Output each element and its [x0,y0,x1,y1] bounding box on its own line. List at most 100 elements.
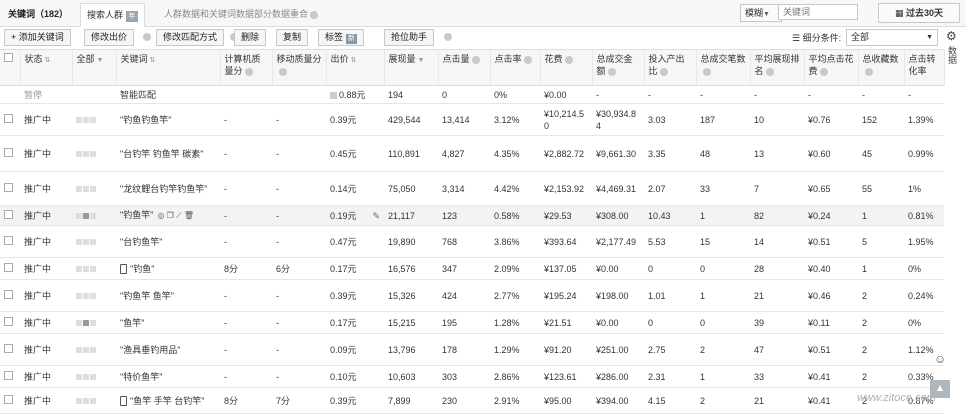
pencil-icon[interactable]: ✎ [372,210,380,222]
keyword-cell[interactable]: "钓鱼竿" ◎ ❐ ⟋ 🗑 [116,205,220,226]
status-cell[interactable]: 推广中 [20,333,72,366]
bid-cell[interactable]: 0.39元 [326,279,384,312]
customer-service-icon[interactable]: ☺ [934,352,946,366]
bid-cell[interactable]: 0.39元 [326,103,384,136]
delete-button[interactable]: 删除 [234,29,267,46]
row-checkbox[interactable] [4,262,13,272]
date-range-button[interactable]: ▦ 过去30天 [878,3,960,23]
column-header[interactable]: 展现量 ▼ [384,49,439,86]
status-cell[interactable]: 推广中 [20,311,72,334]
trash-icon[interactable]: 🗑 [184,211,194,220]
row-checkbox[interactable] [4,289,13,299]
copy-button[interactable]: 复制 [276,29,309,46]
bid-cell[interactable]: 0.47元 [326,225,384,258]
row-quality-bars [72,135,116,172]
column-header[interactable]: 花费 [540,49,593,86]
pc-score-cell: - [220,205,272,226]
status-cell[interactable]: 推广中 [20,103,72,136]
help-icon[interactable] [310,10,319,19]
row-checkbox[interactable] [4,182,13,192]
keyword-cell[interactable]: "钓鱼" [116,257,220,280]
column-header[interactable]: 关键词 ⇅ [116,49,221,86]
tag-button[interactable]: 标签新 [318,29,365,46]
column-header[interactable]: 点击率 [490,49,541,86]
help-icon [471,55,480,64]
status-cell[interactable]: 推广中 [20,135,72,172]
keyword-cell[interactable]: "鱼竿 手竿 台钓竿" [116,387,220,414]
column-header[interactable]: 平均展现排名 [750,49,805,86]
column-header[interactable]: 总成交笔数 [696,49,751,86]
bid-cell[interactable]: 0.17元 [326,311,384,334]
column-header[interactable]: 状态 ⇅ [20,49,73,86]
keyword-cell[interactable]: 智能匹配 [116,85,220,104]
column-header[interactable]: 投入产出比 [644,49,697,86]
row-checkbox[interactable] [4,147,13,157]
keyword-cell[interactable]: "钓鱼竿 鱼竿" [116,279,220,312]
status-cell[interactable]: 推广中 [20,279,72,312]
help-icon [278,67,287,76]
bid-cell[interactable]: 0.39元 [326,387,384,414]
select-all-checkbox[interactable] [4,53,13,62]
status-cell[interactable]: 推广中 [20,205,72,226]
keyword-cell[interactable]: "台钓竿 钓鱼竿 碳素" [116,135,220,172]
row-checkbox[interactable] [4,370,13,380]
tab-search-crowd[interactable]: 搜索人群年 [80,3,146,27]
side-data-tab[interactable]: 数据 [946,46,959,64]
status-cell[interactable]: 推广中 [20,365,72,388]
add-keyword-button[interactable]: + 添加关键词 [4,29,71,46]
keyword-table: 状态 ⇅ 全部 ▼ 关键词 ⇅ 计算机质量分 移动质量分 出价 ⇅ 展现量 ▼ … [0,49,945,414]
edit-match-button[interactable]: 修改匹配方式 [156,29,225,46]
keyword-cell[interactable]: "特价鱼竿" [116,365,220,388]
keyword-search-input[interactable] [778,4,858,20]
clicks-cell: 3,314 [438,171,490,206]
column-header[interactable]: 点击量 [438,49,491,86]
column-header[interactable]: 出价 ⇅ [326,49,385,86]
keyword-cell[interactable]: "台钓鱼竿" [116,225,220,258]
column-header[interactable]: 总成交金额 [592,49,645,86]
bid-cell[interactable]: 0.09元 [326,333,384,366]
search-mode-select[interactable]: 模糊▼ [740,4,782,22]
help-icon[interactable] [444,33,452,41]
help-icon[interactable] [143,33,151,41]
rank-helper-button[interactable]: 抢位助手 [384,29,435,46]
status-cell[interactable]: 推广中 [20,225,72,258]
edit-price-button[interactable]: 修改出价 [84,29,135,46]
column-header[interactable]: 总收藏数 [858,49,905,86]
bid-cell[interactable]: 0.10元 [326,365,384,388]
filter-select[interactable]: 全部 ▼ [846,29,938,46]
row-checkbox[interactable] [4,394,13,404]
column-header[interactable]: 全部 ▼ [72,49,117,86]
keyword-cell[interactable]: "龙纹鲤台钓竿钓鱼竿" [116,171,220,206]
keyword-cell[interactable]: "钓鱼钓鱼竿" [116,103,220,136]
status-cell[interactable]: 暂停 [20,85,72,104]
bid-cell[interactable]: 0.17元 [326,257,384,280]
row-checkbox[interactable] [4,113,13,123]
trend-chart-icon[interactable]: ⟋ [176,211,182,220]
status-cell[interactable]: 推广中 [20,257,72,280]
keyword-cell[interactable]: "渔具垂钓用品" [116,333,220,366]
status-cell[interactable]: 推广中 [20,387,72,414]
row-checkbox[interactable] [4,235,13,245]
row-quality-bars [72,171,116,206]
column-header[interactable]: 移动质量分 [272,49,327,86]
keyword-cell[interactable]: "鱼竿" [116,311,220,334]
tab-keywords[interactable]: 关键词（182） [2,3,74,25]
copy-icon[interactable]: ❐ [167,211,174,220]
row-checkbox[interactable] [4,209,13,219]
column-header[interactable]: 计算机质量分 [220,49,273,86]
column-header[interactable]: 点击转化率 [904,49,945,86]
bid-cell[interactable]: 0.14元 [326,171,384,206]
target-icon[interactable]: ◎ [157,211,164,220]
rank-cell: 21 [750,387,804,414]
bid-cell[interactable]: 0.45元 [326,135,384,172]
row-checkbox[interactable] [4,343,13,353]
bid-cell[interactable]: 0.19元 ✎ [326,205,384,226]
column-header[interactable]: 平均点击花费 [804,49,859,86]
cvr-cell: 0.81% [904,205,944,226]
row-checkbox[interactable] [4,316,13,326]
status-cell[interactable]: 推广中 [20,171,72,206]
gear-icon[interactable]: ⚙ [946,29,957,43]
row-checkbox-cell [0,205,20,226]
bid-cell[interactable]: 0.88元 [326,85,384,104]
mobile-phone-icon [120,264,127,275]
